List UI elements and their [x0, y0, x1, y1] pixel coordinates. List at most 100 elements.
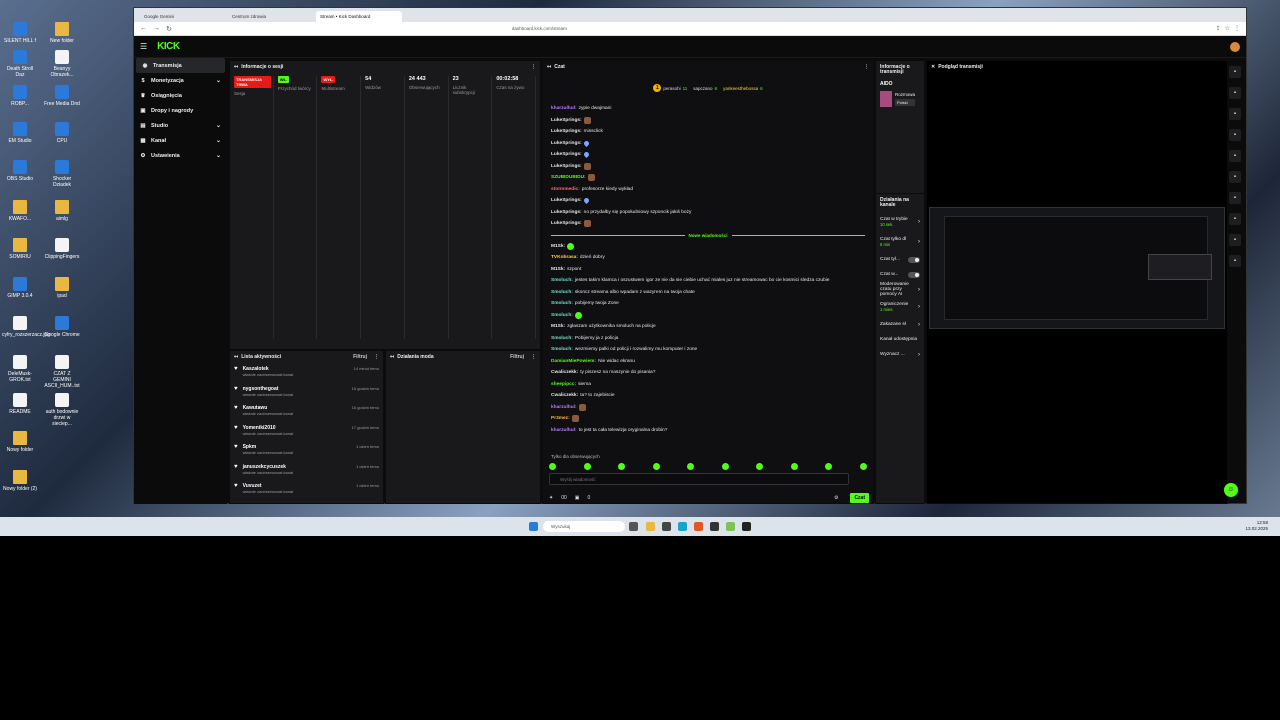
chat-message[interactable]: LukeSprings:	[543, 149, 873, 161]
filter-button[interactable]: Filtruj	[510, 354, 524, 360]
hamburger-icon[interactable]: ☰	[140, 42, 147, 51]
chat-message[interactable]: M1Sk: szpont	[543, 264, 873, 276]
activity-item[interactable]: ♥ Yomeniki2010 właśnie zaobserwował kanał 1…	[230, 422, 383, 442]
notepad-icon[interactable]	[726, 522, 735, 531]
edit-icon[interactable]: ▪	[1229, 87, 1241, 99]
chat-username[interactable]: LukeSprings:	[551, 210, 582, 215]
store-icon[interactable]	[710, 522, 719, 531]
desktop-icon[interactable]: Shocker Dziadek	[44, 160, 80, 188]
chat-message[interactable]: Smoluch: Pobijemy ja z policja	[543, 333, 873, 345]
url-field[interactable]: dashboard.kick.com/stream	[512, 26, 567, 31]
emote-icon[interactable]	[825, 463, 833, 470]
kick-logo[interactable]: KICK	[157, 41, 180, 52]
chat-username[interactable]: M1Sk:	[551, 244, 565, 249]
star-icon[interactable]: ☆	[1225, 25, 1230, 32]
chat-message[interactable]: TVKobrasa: dzień dobry	[543, 252, 873, 264]
channel-action-row[interactable]: Czat tylko dl 6 min ›	[876, 232, 924, 252]
chat-message[interactable]: Smoluch: jestes takim klamca i oszustwem …	[543, 275, 873, 287]
sidebar-item-osiągnięcia[interactable]: ♛ Osiągnięcia	[134, 88, 227, 103]
desktop-icon[interactable]: CPU	[44, 122, 80, 144]
sidebar-item-monetyzacja[interactable]: $ Monetyzacja ⌄	[134, 73, 227, 88]
desktop-icon[interactable]: cyfry_rozszerzacz.jpg	[2, 316, 50, 338]
toggle-switch[interactable]	[908, 256, 920, 263]
activity-item[interactable]: ♥ Vuvuzet właśnie zaobserwował kanał 1 dzie…	[230, 480, 383, 500]
chat-message[interactable]: kharzulhul: to jest ta cała telewizja ory…	[543, 425, 873, 437]
chat-username[interactable]: LukeSprings:	[551, 118, 582, 123]
wrench-icon[interactable]: ▪	[1229, 234, 1241, 246]
chat-message[interactable]: LukeSprings: missclick	[543, 126, 873, 138]
chat-username[interactable]: TVKobrasa:	[551, 255, 578, 260]
back-arrow-icon[interactable]: ↤	[234, 354, 238, 360]
sidebar-item-studio[interactable]: ▤ Studio ⌄	[134, 118, 227, 133]
desktop-icon[interactable]: OBS Studio	[2, 160, 38, 182]
chat-username[interactable]: M1Sk:	[551, 324, 565, 329]
chat-message[interactable]: Smoluch: pobijemy twoja Zone	[543, 298, 873, 310]
forward-icon[interactable]: →	[153, 25, 160, 32]
desktop-icon[interactable]: README	[2, 393, 38, 415]
obs-icon[interactable]	[742, 522, 751, 531]
menu-dots-icon[interactable]: ⋮	[1234, 25, 1240, 32]
sidebar-item-kanał[interactable]: ▦ Kanał ⌄	[134, 133, 227, 148]
emote-icon[interactable]	[583, 463, 591, 470]
more-icon[interactable]: ⋮	[531, 354, 536, 360]
activity-item[interactable]: ♥ Kaszalotek właśnie zaobserwował kanał 14 …	[230, 363, 383, 383]
brave-icon[interactable]	[694, 522, 703, 531]
desktop-icon[interactable]: SOMIRIU	[2, 238, 38, 260]
desktop-icon[interactable]: EM Studio	[2, 122, 38, 144]
chat-message[interactable]: LukeSprings:	[543, 218, 873, 230]
calculator-icon[interactable]	[662, 522, 671, 531]
chat-username[interactable]: LukeSprings:	[551, 221, 582, 226]
channel-action-row[interactable]: Czat tyl...	[876, 252, 924, 267]
taskview-icon[interactable]	[629, 522, 638, 531]
gift-icon[interactable]: ▣	[575, 495, 580, 501]
gifter[interactable]: yankeesthebossa 6	[723, 86, 763, 91]
support-bubble[interactable]: ☺	[1224, 483, 1238, 497]
more-icon[interactable]: ⋮	[531, 64, 536, 70]
chat-message[interactable]: kharzulhul:	[543, 402, 873, 414]
channel-action-row[interactable]: Kanał udostępnia	[876, 332, 924, 347]
emote-icon[interactable]	[549, 463, 556, 470]
tab-gemini[interactable]: Google Gemini	[140, 11, 226, 22]
chat-message[interactable]: M1Sk:	[543, 241, 873, 253]
chat-message[interactable]: Cwaliczekk: ty piszesz na maszynie do pis…	[543, 367, 873, 379]
chat-message[interactable]: Cwaliczekk: ta? to zajebiscie	[543, 390, 873, 402]
back-arrow-icon[interactable]: ↤	[234, 64, 238, 70]
points-icon[interactable]: ✦	[549, 495, 553, 501]
desktop-icon[interactable]: Nowy folder	[2, 431, 38, 453]
chat-username[interactable]: kharzulhul:	[551, 428, 577, 433]
emote-icon[interactable]	[687, 463, 695, 470]
chat-message[interactable]: DamianMiePowiem: Nie widac ekranu	[543, 356, 873, 368]
send-chat-button[interactable]: Czat	[850, 493, 869, 503]
back-arrow-icon[interactable]: ↤	[547, 64, 551, 70]
edge-icon[interactable]	[678, 522, 687, 531]
emote-icon[interactable]	[790, 463, 798, 470]
chat-username[interactable]: LukeSprings:	[551, 198, 582, 203]
chat-username[interactable]: sheepipcc:	[551, 382, 576, 387]
activity-item[interactable]: ♥ januszekcycuszek właśnie zaobserwował ka…	[230, 461, 383, 481]
chat-message[interactable]: SZUBIDUBIDU:	[543, 172, 873, 184]
desktop-icon[interactable]: DeleMusk-GROK.txt	[2, 355, 38, 383]
back-icon[interactable]: ←	[140, 25, 147, 32]
chat-username[interactable]: LukeSprings:	[551, 129, 582, 134]
file-explorer-icon[interactable]	[646, 522, 655, 531]
filter-button[interactable]: Filtruj	[353, 354, 367, 360]
chat-username[interactable]: DamianMiePowiem:	[551, 359, 596, 364]
avatar[interactable]	[1230, 41, 1240, 52]
layout-icon[interactable]: ▪	[1229, 213, 1241, 225]
desktop-icon[interactable]: aimlg	[44, 200, 80, 222]
chat-message[interactable]: LukeSprings:	[543, 115, 873, 127]
chat-username[interactable]: Pr3mez:	[551, 416, 570, 421]
more-icon[interactable]: ⋮	[864, 64, 869, 70]
bolt-icon[interactable]: ▪	[1229, 129, 1241, 141]
chat-username[interactable]: kharzulhul:	[551, 405, 577, 410]
doc-icon[interactable]: ▪	[1229, 150, 1241, 162]
chat-username[interactable]: Smoluch:	[551, 347, 573, 352]
emote-icon[interactable]	[756, 463, 764, 470]
desktop-icon[interactable]: New folder	[44, 22, 80, 44]
desktop-icon[interactable]: CZAT Z GEMINI ASCII_HUM..txt	[44, 355, 80, 389]
desktop-icon[interactable]: auth bodownie drzwi w sieciep...	[44, 393, 80, 427]
gifter[interactable]: 1 perasohi 11	[653, 84, 687, 92]
desktop-icon[interactable]: Death Stroll Daz	[2, 50, 38, 78]
close-icon[interactable]: ✕	[931, 64, 935, 70]
tab-health[interactable]: Centrum zdrowia	[228, 11, 314, 22]
